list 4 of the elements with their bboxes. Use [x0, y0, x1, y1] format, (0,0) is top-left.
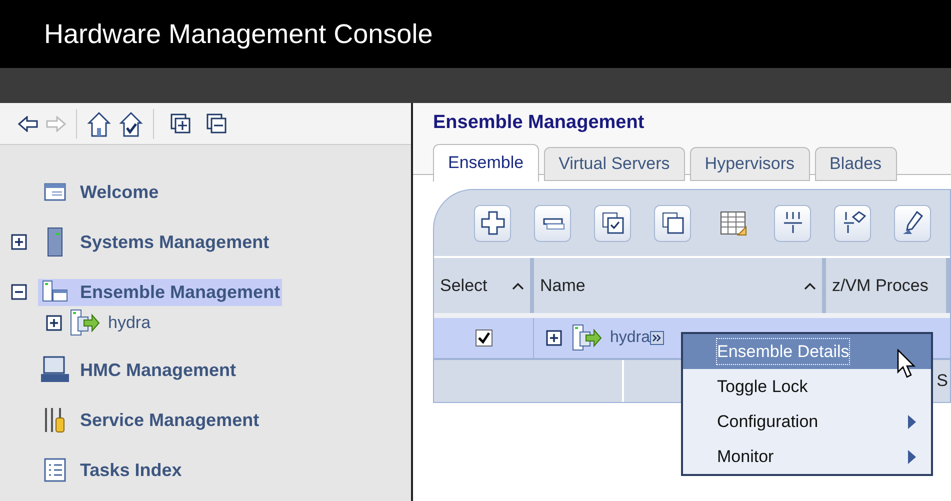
- page-heading: Ensemble Management: [433, 111, 646, 135]
- window-title: Hardware Management Console: [44, 18, 433, 51]
- tree-item: Ensemble Management: [80, 280, 280, 304]
- footer-text: S: [936, 370, 948, 392]
